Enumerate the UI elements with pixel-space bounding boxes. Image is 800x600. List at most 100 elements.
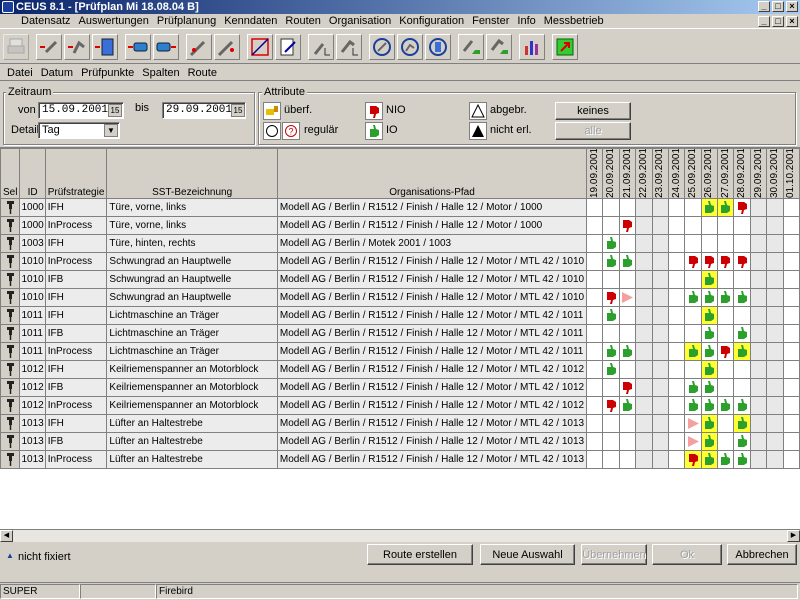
date-cell[interactable] — [733, 270, 751, 289]
horizontal-scrollbar[interactable]: ◀ ▶ — [0, 529, 800, 542]
date-cell[interactable] — [782, 288, 800, 307]
menu-konfiguration[interactable]: Konfiguration — [395, 15, 468, 27]
date-cell[interactable] — [700, 414, 719, 433]
date-cell[interactable] — [651, 360, 669, 379]
date-cell[interactable] — [618, 432, 637, 451]
date-cell[interactable] — [618, 270, 637, 289]
submenu-datei[interactable]: Datei — [3, 67, 37, 79]
tool-button-12[interactable] — [369, 33, 395, 60]
table-row[interactable]: 1010 IFH Schwungrad an Hauptwelle Modell AG… — [0, 288, 800, 307]
date-cell[interactable] — [700, 450, 719, 469]
date-cell[interactable] — [651, 324, 669, 343]
date-cell[interactable] — [700, 234, 719, 253]
date-cell[interactable] — [782, 414, 800, 433]
scroll-left-button[interactable]: ◀ — [0, 530, 13, 542]
route-erstellen-button[interactable]: Route erstellen — [367, 544, 473, 565]
row-select-cell[interactable] — [0, 216, 21, 235]
date-cell[interactable] — [651, 414, 669, 433]
date-cell[interactable] — [766, 432, 784, 451]
date-cell[interactable] — [733, 396, 751, 415]
tool-button-4[interactable] — [125, 33, 151, 60]
date-cell[interactable] — [749, 216, 768, 235]
date-cell[interactable] — [782, 270, 800, 289]
date-cell[interactable] — [782, 252, 800, 271]
mdi-minimize-button[interactable]: _ — [758, 16, 770, 27]
table-row[interactable]: 1011 InProcess Lichtmaschine an Träger Mode… — [0, 342, 800, 361]
bis-calendar-button[interactable]: 15 — [231, 104, 245, 117]
date-cell[interactable] — [586, 342, 604, 361]
date-cell[interactable] — [684, 198, 702, 217]
date-cell[interactable] — [733, 414, 751, 433]
date-cell[interactable] — [618, 450, 637, 469]
date-cell[interactable] — [684, 270, 702, 289]
date-cell[interactable] — [667, 306, 686, 325]
date-cell[interactable] — [782, 450, 800, 469]
date-header[interactable]: 29.09.2001 — [749, 148, 768, 199]
date-cell[interactable] — [700, 342, 719, 361]
date-cell[interactable] — [766, 306, 784, 325]
date-cell[interactable] — [684, 234, 702, 253]
date-cell[interactable] — [684, 378, 702, 397]
row-select-cell[interactable] — [0, 450, 21, 469]
menu-organisation[interactable]: Organisation — [325, 15, 395, 27]
row-select-cell[interactable] — [0, 396, 21, 415]
date-cell[interactable] — [766, 324, 784, 343]
date-cell[interactable] — [651, 288, 669, 307]
date-header[interactable]: 27.09.2001 — [717, 148, 735, 199]
table-row[interactable]: 1013 IFB Lüfter an Haltestrebe Modell AG / … — [0, 432, 800, 451]
date-cell[interactable] — [766, 414, 784, 433]
date-cell[interactable] — [749, 198, 768, 217]
date-cell[interactable] — [717, 234, 735, 253]
mdi-restore-button[interactable]: □ — [772, 16, 784, 27]
row-select-cell[interactable] — [0, 306, 21, 325]
date-cell[interactable] — [749, 234, 768, 253]
date-cell[interactable] — [782, 216, 800, 235]
date-cell[interactable] — [700, 252, 719, 271]
date-cell[interactable] — [684, 306, 702, 325]
date-cell[interactable] — [684, 288, 702, 307]
date-cell[interactable] — [733, 432, 751, 451]
date-cell[interactable] — [586, 234, 604, 253]
date-cell[interactable] — [717, 360, 735, 379]
date-cell[interactable] — [717, 306, 735, 325]
submenu-datum[interactable]: Datum — [37, 67, 77, 79]
date-header[interactable]: 01.10.2001 — [782, 148, 800, 199]
tool-button-5[interactable] — [153, 33, 179, 60]
submenu-route[interactable]: Route — [184, 67, 221, 79]
tool-button-6[interactable] — [186, 33, 212, 60]
row-select-cell[interactable] — [0, 252, 21, 271]
circle-toggle[interactable] — [263, 122, 281, 140]
table-row[interactable]: 1000 InProcess Türe, vorne, links Modell AG… — [0, 216, 800, 235]
date-cell[interactable] — [602, 288, 620, 307]
scroll-right-button[interactable]: ▶ — [787, 530, 800, 542]
date-cell[interactable] — [766, 378, 784, 397]
date-cell[interactable] — [667, 360, 686, 379]
date-cell[interactable] — [749, 252, 768, 271]
maximize-button[interactable]: □ — [772, 1, 784, 12]
date-header[interactable]: 30.09.2001 — [766, 148, 784, 199]
date-cell[interactable] — [749, 432, 768, 451]
row-select-cell[interactable] — [0, 378, 21, 397]
tool-button-2[interactable] — [64, 33, 90, 60]
date-cell[interactable] — [700, 270, 719, 289]
date-cell[interactable] — [717, 432, 735, 451]
date-cell[interactable] — [766, 216, 784, 235]
abgebr-toggle[interactable] — [469, 102, 487, 120]
menu-routen[interactable]: Routen — [281, 15, 324, 27]
date-cell[interactable] — [618, 324, 637, 343]
date-cell[interactable] — [782, 378, 800, 397]
abbrechen-button[interactable]: Abbrechen — [727, 544, 797, 565]
date-cell[interactable] — [602, 450, 620, 469]
tool-button-7[interactable] — [214, 33, 240, 60]
table-row[interactable]: 1012 IFH Keilriemenspanner an Motorblock Mo… — [0, 360, 800, 379]
date-cell[interactable] — [602, 414, 620, 433]
date-cell[interactable] — [717, 396, 735, 415]
date-cell[interactable] — [635, 342, 653, 361]
date-cell[interactable] — [733, 252, 751, 271]
date-cell[interactable] — [766, 396, 784, 415]
minimize-button[interactable]: _ — [758, 1, 770, 12]
date-cell[interactable] — [684, 342, 702, 361]
date-cell[interactable] — [602, 234, 620, 253]
date-cell[interactable] — [602, 360, 620, 379]
date-cell[interactable] — [733, 216, 751, 235]
